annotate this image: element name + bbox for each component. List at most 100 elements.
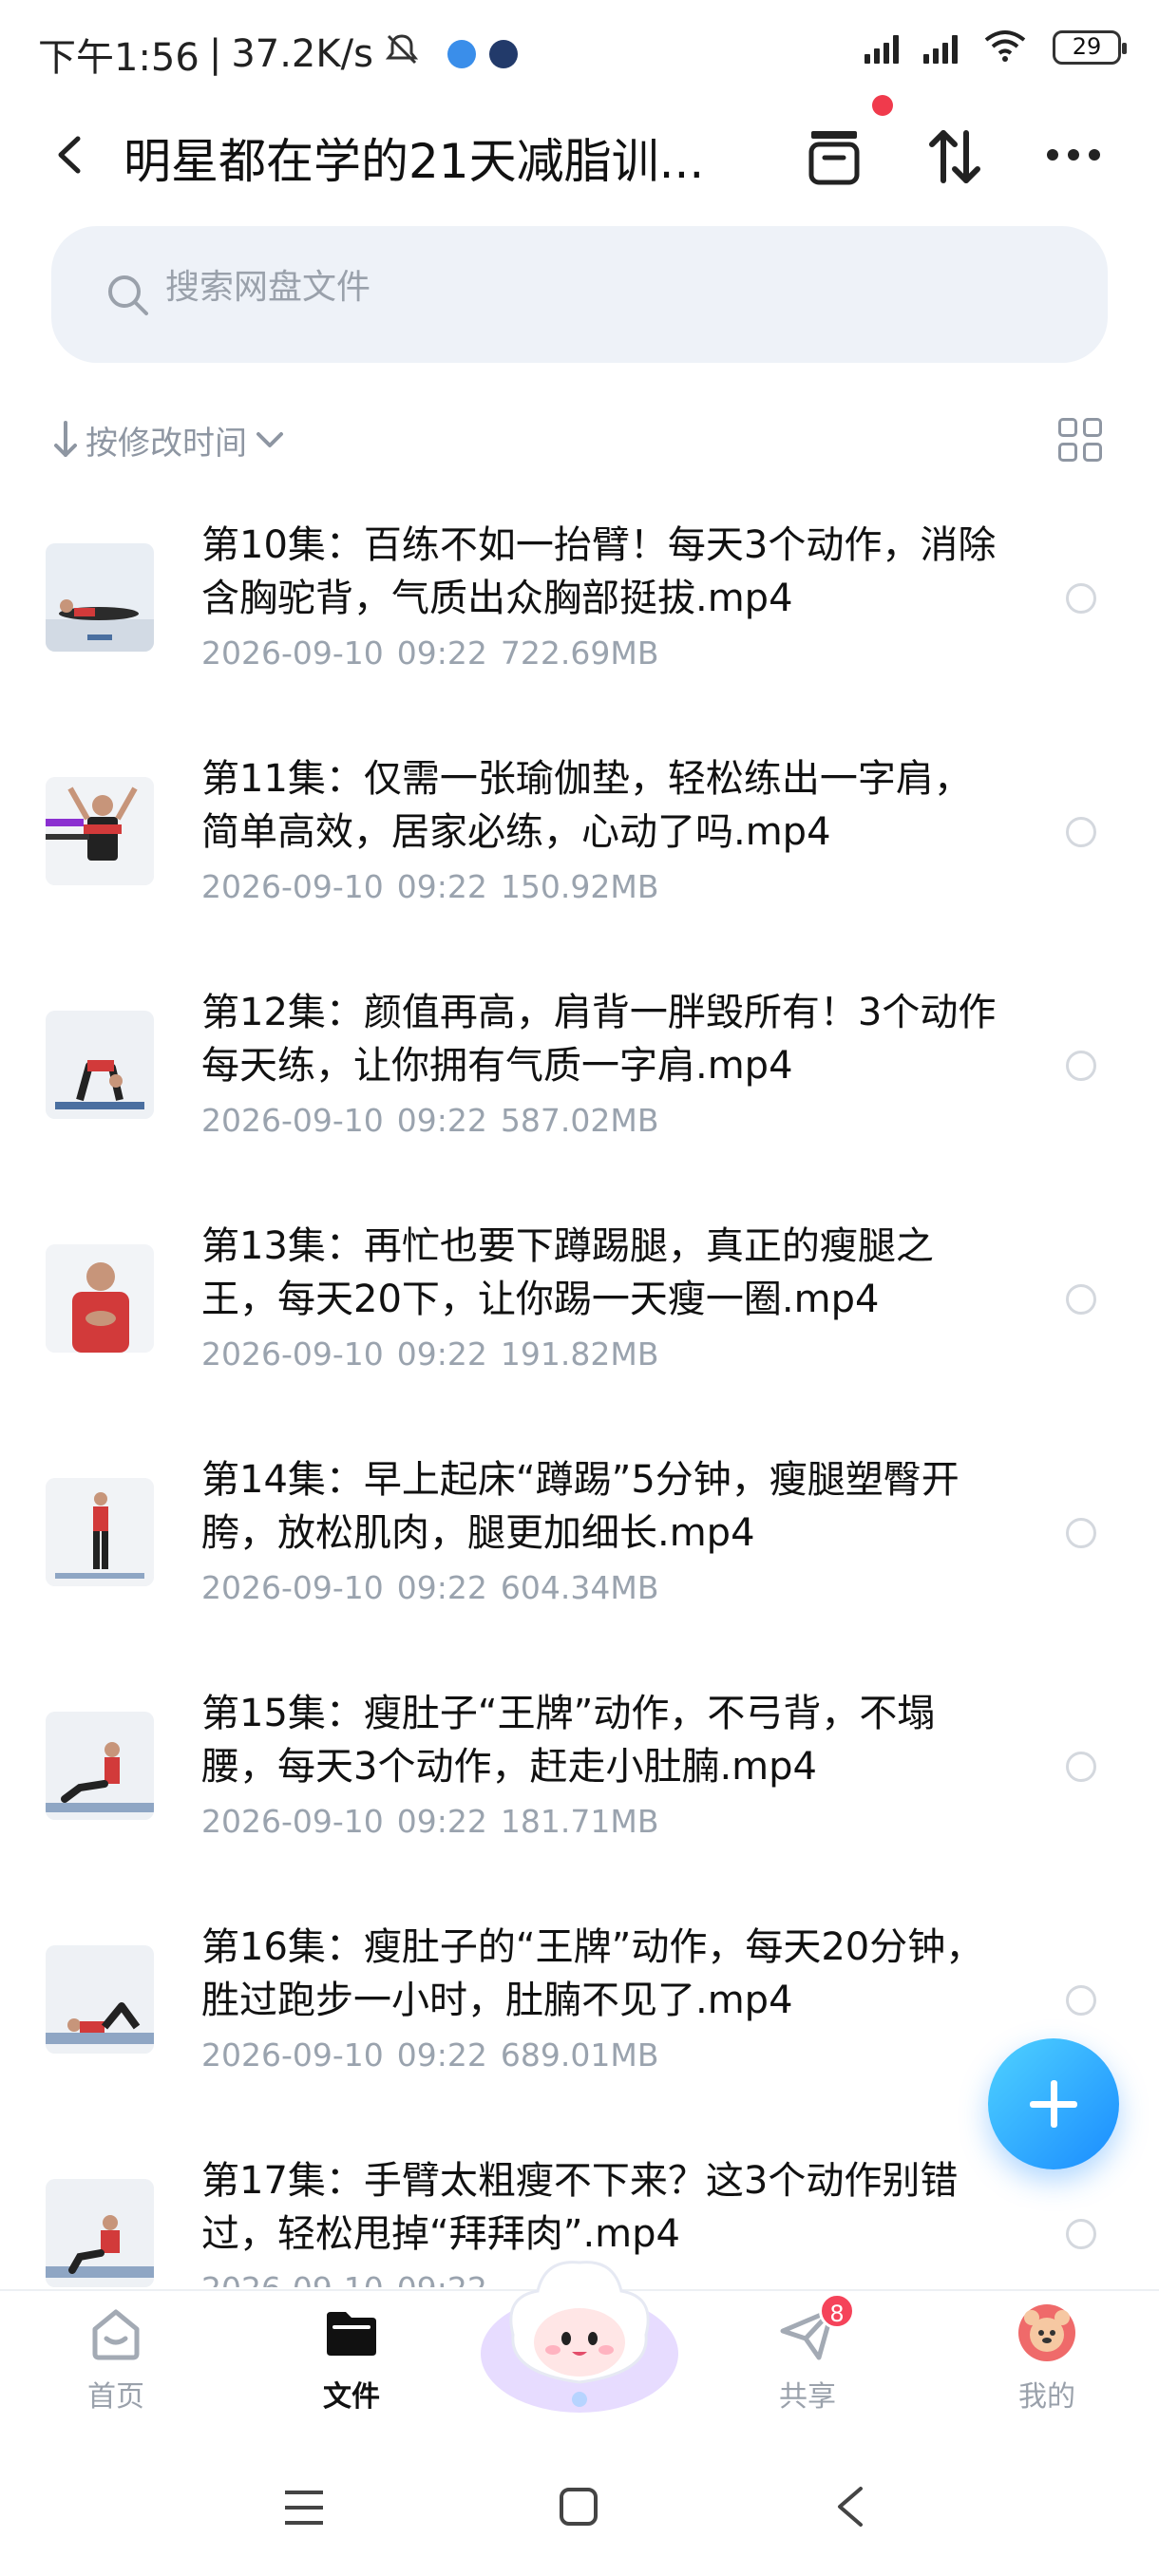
- chevron-down-icon: [256, 432, 283, 447]
- file-item[interactable]: 第16集：瘦肚子的“王牌”动作，每天20分钟，胜过跑步一小时，肚腩不见了.mp4…: [0, 1905, 1159, 2139]
- app-notification-icon: [488, 40, 518, 68]
- archive-box-icon: [808, 131, 860, 185]
- file-name: 第14集：早上起床“蹲踢”5分钟，瘦腿塑臀开胯，放松肌肉，腿更加细长.mp4: [201, 1458, 960, 1555]
- search-input[interactable]: [165, 268, 735, 307]
- file-item[interactable]: 第14集：早上起床“蹲踢”5分钟，瘦腿塑臀开胯，放松肌肉，腿更加细长.mp4 2…: [0, 1438, 1159, 1672]
- file-size: 191.82MB: [500, 1335, 659, 1373]
- file-name: 第13集：再忙也要下蹲踢腿，真正的瘦腿之王，每天20下，让你踢一天瘦一圈.mp4: [201, 1224, 934, 1321]
- select-radio[interactable]: [1066, 1985, 1096, 2016]
- tab-home[interactable]: 首页: [40, 2302, 192, 2415]
- select-radio[interactable]: [1066, 583, 1096, 614]
- file-meta: 2026-09-10 09:22 722.69MB: [201, 635, 658, 672]
- file-time: 09:22: [396, 1102, 487, 1139]
- file-name: 第10集：百练不如一抬臂！每天3个动作，消除含胸驼背，气质出众胸部挺拔.mp4: [201, 523, 997, 620]
- video-thumbnail: [46, 2179, 154, 2287]
- signal-icon: [864, 31, 899, 64]
- tab-label: 首页: [87, 2380, 144, 2414]
- file-size: 722.69MB: [500, 635, 659, 672]
- video-thumbnail: [46, 1712, 154, 1820]
- home-square-icon[interactable]: [559, 2487, 598, 2527]
- notification-badge: 8: [819, 2293, 855, 2329]
- assistant-mascot-button[interactable]: [475, 2240, 684, 2420]
- file-name: 第12集：颜值再高，肩背一胖毁所有！3个动作每天练，让你拥有气质一字肩.mp4: [201, 991, 997, 1088]
- file-date: 2026-09-10: [201, 1803, 384, 1840]
- grid-view-icon[interactable]: [1058, 418, 1104, 464]
- home-icon: [86, 2302, 146, 2363]
- tab-label: 文件: [323, 2380, 380, 2414]
- file-item[interactable]: 第12集：颜值再高，肩背一胖毁所有！3个动作每天练，让你拥有气质一字肩.mp4 …: [0, 971, 1159, 1204]
- file-size: 181.71MB: [500, 1803, 659, 1840]
- file-name: 第16集：瘦肚子的“王牌”动作，每天20分钟，胜过跑步一小时，肚腩不见了.mp4: [201, 1925, 984, 2022]
- file-name: 第15集：瘦肚子“王牌”动作，不弓背，不塌腰，每天3个动作，赶走小肚腩.mp4: [201, 1692, 936, 1789]
- status-time: 下午1:56: [38, 36, 200, 80]
- file-item[interactable]: 第15集：瘦肚子“王牌”动作，不弓背，不塌腰，每天3个动作，赶走小肚腩.mp4 …: [0, 1672, 1159, 1905]
- file-size: 689.01MB: [500, 2036, 659, 2074]
- transfer-list-button[interactable]: [806, 127, 863, 186]
- add-button[interactable]: [988, 2038, 1119, 2169]
- file-size: 587.02MB: [500, 1102, 659, 1139]
- tab-profile[interactable]: 我的: [971, 2302, 1123, 2415]
- tab-label: 我的: [1018, 2380, 1075, 2414]
- file-meta: 2026-09-10 09:22: [201, 2270, 487, 2287]
- file-date: 2026-09-10: [201, 635, 384, 672]
- tab-share[interactable]: 8 共享: [732, 2293, 884, 2415]
- mute-icon: [383, 30, 421, 78]
- file-item[interactable]: 第11集：仅需一张瑜伽垫，轻松练出一字肩，简单高效，居家必练，心动了吗.mp4 …: [0, 737, 1159, 971]
- share-icon: 8: [777, 2293, 855, 2363]
- file-time: 09:22: [396, 1803, 487, 1840]
- folder-icon: [321, 2302, 382, 2363]
- search-bar[interactable]: [51, 226, 1108, 363]
- video-thumbnail: [46, 1011, 154, 1119]
- battery-icon: 29: [1053, 30, 1127, 65]
- video-thumbnail: [46, 1478, 154, 1586]
- page-title: 明星都在学的21天减脂训...: [124, 134, 705, 189]
- status-separator: |: [208, 32, 222, 76]
- search-icon: [108, 275, 148, 315]
- file-date: 2026-09-10: [201, 1102, 384, 1139]
- network-speed: 37.2K/s: [231, 32, 373, 76]
- video-thumbnail: [46, 1244, 154, 1353]
- more-dots-icon: [1047, 149, 1100, 161]
- file-name: 第11集：仅需一张瑜伽垫，轻松练出一字肩，简单高效，居家必练，心动了吗.mp4: [201, 757, 972, 854]
- signal-icon-2: [923, 31, 958, 64]
- menu-icon[interactable]: [283, 2489, 325, 2527]
- select-radio[interactable]: [1066, 1752, 1096, 1782]
- top-nav: 明星都在学的21天减脂训...: [0, 95, 1159, 209]
- sort-label: 按修改时间: [86, 424, 247, 463]
- more-button[interactable]: [1045, 131, 1102, 179]
- back-triangle-icon[interactable]: [834, 2485, 866, 2529]
- file-size: 150.92MB: [500, 868, 659, 905]
- back-button[interactable]: [48, 131, 95, 179]
- chevron-left-icon: [58, 136, 81, 174]
- video-thumbnail: [46, 777, 154, 885]
- tab-files[interactable]: 文件: [276, 2302, 428, 2415]
- select-radio[interactable]: [1066, 1518, 1096, 1548]
- file-meta: 2026-09-10 09:22 604.34MB: [201, 1569, 658, 1606]
- file-meta: 2026-09-10 09:22 150.92MB: [201, 868, 658, 905]
- select-radio[interactable]: [1066, 1284, 1096, 1315]
- file-meta: 2026-09-10 09:22 191.82MB: [201, 1335, 658, 1373]
- file-item[interactable]: 第10集：百练不如一抬臂！每天3个动作，消除含胸驼背，气质出众胸部挺拔.mp4 …: [0, 503, 1159, 737]
- file-date: 2026-09-10: [201, 2270, 384, 2287]
- file-date: 2026-09-10: [201, 1569, 384, 1606]
- select-radio[interactable]: [1066, 2219, 1096, 2249]
- cloud-mascot-icon: [481, 2261, 678, 2413]
- video-thumbnail: [46, 543, 154, 652]
- upload-app-icon: [446, 40, 476, 68]
- arrow-down-icon: [54, 421, 77, 457]
- notification-dot: [872, 95, 893, 116]
- sort-selector[interactable]: 按修改时间: [51, 416, 287, 464]
- file-time: 09:22: [396, 2036, 487, 2074]
- select-radio[interactable]: [1066, 1051, 1096, 1081]
- avatar-icon: [1016, 2302, 1077, 2363]
- video-thumbnail: [46, 1945, 154, 2054]
- sort-button[interactable]: [926, 123, 983, 190]
- wifi-icon: [982, 28, 1028, 66]
- file-time: 09:22: [396, 868, 487, 905]
- file-item[interactable]: 第13集：再忙也要下蹲踢腿，真正的瘦腿之王，每天20下，让你踢一天瘦一圈.mp4…: [0, 1204, 1159, 1438]
- file-meta: 2026-09-10 09:22 181.71MB: [201, 1803, 658, 1840]
- file-size: 604.34MB: [500, 1569, 659, 1606]
- system-navigation-bar: [0, 2447, 1159, 2576]
- select-radio[interactable]: [1066, 817, 1096, 847]
- file-date: 2026-09-10: [201, 2036, 384, 2074]
